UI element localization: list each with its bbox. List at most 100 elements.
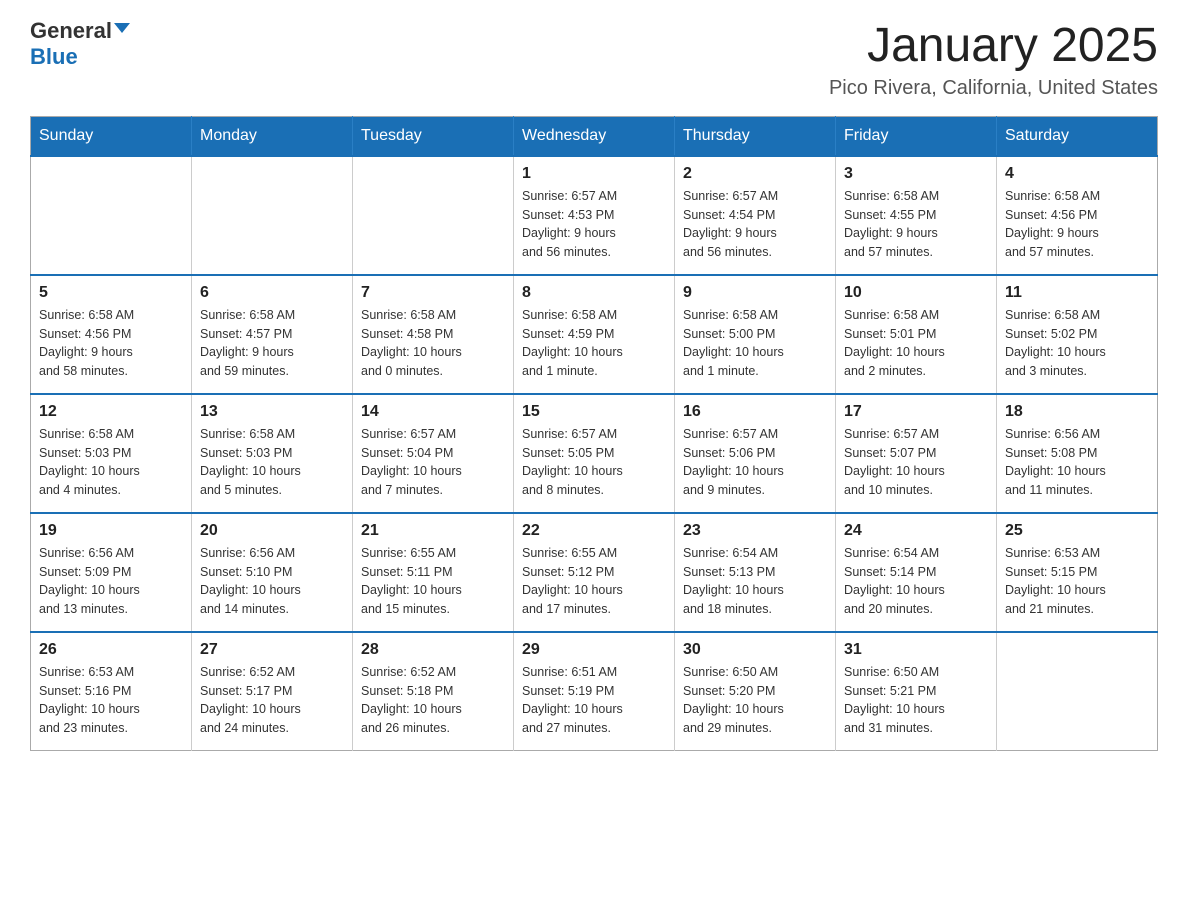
calendar-header: SundayMondayTuesdayWednesdayThursdayFrid… [31, 116, 1158, 156]
calendar-cell: 11Sunrise: 6:58 AM Sunset: 5:02 PM Dayli… [997, 275, 1158, 394]
day-number: 14 [361, 403, 505, 421]
day-number: 29 [522, 641, 666, 659]
calendar-table: SundayMondayTuesdayWednesdayThursdayFrid… [30, 116, 1158, 751]
calendar-cell: 31 Sunrise: 6:50 AM Sunset: 5:21 PM Dayli… [836, 632, 997, 751]
day-number: 1 [522, 165, 666, 183]
day-number: 23 [683, 522, 827, 540]
weekday-header-wednesday: Wednesday [514, 116, 675, 156]
calendar-cell: 30Sunrise: 6:50 AM Sunset: 5:20 PM Dayli… [675, 632, 836, 751]
day-number: 27 [200, 641, 344, 659]
calendar-cell: 7 Sunrise: 6:58 AM Sunset: 4:58 PM Daylig… [353, 275, 514, 394]
day-info: Sunrise: 6:56 AM Sunset: 5:08 PM Dayligh… [1005, 425, 1149, 500]
day-number: 26 [39, 641, 183, 659]
calendar-cell: 24Sunrise: 6:54 AM Sunset: 5:14 PM Dayli… [836, 513, 997, 632]
day-info: Sunrise: 6:52 AM Sunset: 5:17 PM Dayligh… [200, 663, 344, 738]
calendar-cell: 28 Sunrise: 6:52 AM Sunset: 5:18 PM Dayli… [353, 632, 514, 751]
day-info: Sunrise: 6:58 AM Sunset: 4:56 PM Dayligh… [1005, 187, 1149, 262]
weekday-header-sunday: Sunday [31, 116, 192, 156]
calendar-cell: 25Sunrise: 6:53 AM Sunset: 5:15 PM Dayli… [997, 513, 1158, 632]
day-info: Sunrise: 6:55 AM Sunset: 5:11 PM Dayligh… [361, 544, 505, 619]
calendar-cell: 19Sunrise: 6:56 AM Sunset: 5:09 PM Dayli… [31, 513, 192, 632]
calendar-cell: 3 Sunrise: 6:58 AM Sunset: 4:55 PM Daylig… [836, 156, 997, 275]
day-info: Sunrise: 6:56 AM Sunset: 5:10 PM Dayligh… [200, 544, 344, 619]
day-info: Sunrise: 6:52 AM Sunset: 5:18 PM Dayligh… [361, 663, 505, 738]
day-number: 2 [683, 165, 827, 183]
day-info: Sunrise: 6:55 AM Sunset: 5:12 PM Dayligh… [522, 544, 666, 619]
calendar-cell: 1Sunrise: 6:57 AM Sunset: 4:53 PM Daylig… [514, 156, 675, 275]
calendar-cell: 5 Sunrise: 6:58 AM Sunset: 4:56 PM Daylig… [31, 275, 192, 394]
day-number: 31 [844, 641, 988, 659]
day-info: Sunrise: 6:58 AM Sunset: 4:59 PM Dayligh… [522, 306, 666, 381]
day-info: Sunrise: 6:50 AM Sunset: 5:20 PM Dayligh… [683, 663, 827, 738]
day-info: Sunrise: 6:58 AM Sunset: 4:58 PM Dayligh… [361, 306, 505, 381]
logo: General Blue [30, 20, 130, 70]
page-header: General Blue January 2025 Pico Rivera, C… [30, 20, 1158, 100]
calendar-cell: 2 Sunrise: 6:57 AM Sunset: 4:54 PM Daylig… [675, 156, 836, 275]
day-number: 9 [683, 284, 827, 302]
day-number: 3 [844, 165, 988, 183]
weekday-header-row: SundayMondayTuesdayWednesdayThursdayFrid… [31, 116, 1158, 156]
calendar-cell: 21 Sunrise: 6:55 AM Sunset: 5:11 PM Dayli… [353, 513, 514, 632]
day-info: Sunrise: 6:58 AM Sunset: 5:03 PM Dayligh… [39, 425, 183, 500]
calendar-cell: 15 Sunrise: 6:57 AM Sunset: 5:05 PM Dayli… [514, 394, 675, 513]
calendar-cell: 27 Sunrise: 6:52 AM Sunset: 5:17 PM Dayli… [192, 632, 353, 751]
calendar-cell: 26 Sunrise: 6:53 AM Sunset: 5:16 PM Dayli… [31, 632, 192, 751]
day-number: 20 [200, 522, 344, 540]
logo-triangle-icon [114, 23, 130, 33]
day-info: Sunrise: 6:53 AM Sunset: 5:16 PM Dayligh… [39, 663, 183, 738]
day-info: Sunrise: 6:57 AM Sunset: 5:04 PM Dayligh… [361, 425, 505, 500]
day-info: Sunrise: 6:54 AM Sunset: 5:13 PM Dayligh… [683, 544, 827, 619]
calendar-cell: 16 Sunrise: 6:57 AM Sunset: 5:06 PM Dayli… [675, 394, 836, 513]
calendar-cell: 18Sunrise: 6:56 AM Sunset: 5:08 PM Dayli… [997, 394, 1158, 513]
calendar-cell: 9 Sunrise: 6:58 AM Sunset: 5:00 PM Daylig… [675, 275, 836, 394]
day-info: Sunrise: 6:58 AM Sunset: 4:57 PM Dayligh… [200, 306, 344, 381]
weekday-header-friday: Friday [836, 116, 997, 156]
weekday-header-saturday: Saturday [997, 116, 1158, 156]
day-info: Sunrise: 6:50 AM Sunset: 5:21 PM Dayligh… [844, 663, 988, 738]
calendar-week-row: 12Sunrise: 6:58 AM Sunset: 5:03 PM Dayli… [31, 394, 1158, 513]
calendar-cell: 13 Sunrise: 6:58 AM Sunset: 5:03 PM Dayli… [192, 394, 353, 513]
day-number: 21 [361, 522, 505, 540]
calendar-week-row: 26 Sunrise: 6:53 AM Sunset: 5:16 PM Dayli… [31, 632, 1158, 751]
day-info: Sunrise: 6:57 AM Sunset: 5:06 PM Dayligh… [683, 425, 827, 500]
calendar-cell: 22 Sunrise: 6:55 AM Sunset: 5:12 PM Dayli… [514, 513, 675, 632]
calendar-cell [31, 156, 192, 275]
title-block: January 2025 Pico Rivera, California, Un… [829, 20, 1158, 100]
calendar-week-row: 5 Sunrise: 6:58 AM Sunset: 4:56 PM Daylig… [31, 275, 1158, 394]
day-number: 4 [1005, 165, 1149, 183]
calendar-cell: 10Sunrise: 6:58 AM Sunset: 5:01 PM Dayli… [836, 275, 997, 394]
weekday-header-monday: Monday [192, 116, 353, 156]
calendar-week-row: 19Sunrise: 6:56 AM Sunset: 5:09 PM Dayli… [31, 513, 1158, 632]
calendar-cell: 8Sunrise: 6:58 AM Sunset: 4:59 PM Daylig… [514, 275, 675, 394]
day-number: 22 [522, 522, 666, 540]
day-info: Sunrise: 6:51 AM Sunset: 5:19 PM Dayligh… [522, 663, 666, 738]
day-info: Sunrise: 6:53 AM Sunset: 5:15 PM Dayligh… [1005, 544, 1149, 619]
day-number: 5 [39, 284, 183, 302]
calendar-body: 1Sunrise: 6:57 AM Sunset: 4:53 PM Daylig… [31, 156, 1158, 751]
calendar-cell: 14 Sunrise: 6:57 AM Sunset: 5:04 PM Dayli… [353, 394, 514, 513]
day-info: Sunrise: 6:57 AM Sunset: 4:54 PM Dayligh… [683, 187, 827, 262]
calendar-cell [353, 156, 514, 275]
calendar-cell: 12Sunrise: 6:58 AM Sunset: 5:03 PM Dayli… [31, 394, 192, 513]
day-number: 16 [683, 403, 827, 421]
weekday-header-tuesday: Tuesday [353, 116, 514, 156]
day-number: 7 [361, 284, 505, 302]
day-info: Sunrise: 6:58 AM Sunset: 4:56 PM Dayligh… [39, 306, 183, 381]
weekday-header-thursday: Thursday [675, 116, 836, 156]
day-number: 13 [200, 403, 344, 421]
day-info: Sunrise: 6:54 AM Sunset: 5:14 PM Dayligh… [844, 544, 988, 619]
day-number: 6 [200, 284, 344, 302]
day-info: Sunrise: 6:57 AM Sunset: 5:05 PM Dayligh… [522, 425, 666, 500]
day-number: 17 [844, 403, 988, 421]
day-info: Sunrise: 6:58 AM Sunset: 5:03 PM Dayligh… [200, 425, 344, 500]
calendar-cell [997, 632, 1158, 751]
day-info: Sunrise: 6:58 AM Sunset: 5:00 PM Dayligh… [683, 306, 827, 381]
logo-general: General [30, 20, 112, 42]
logo-blue: Blue [30, 44, 78, 70]
day-number: 15 [522, 403, 666, 421]
day-info: Sunrise: 6:58 AM Sunset: 4:55 PM Dayligh… [844, 187, 988, 262]
day-number: 28 [361, 641, 505, 659]
calendar-cell: 6 Sunrise: 6:58 AM Sunset: 4:57 PM Daylig… [192, 275, 353, 394]
day-info: Sunrise: 6:57 AM Sunset: 5:07 PM Dayligh… [844, 425, 988, 500]
calendar-cell: 23 Sunrise: 6:54 AM Sunset: 5:13 PM Dayli… [675, 513, 836, 632]
